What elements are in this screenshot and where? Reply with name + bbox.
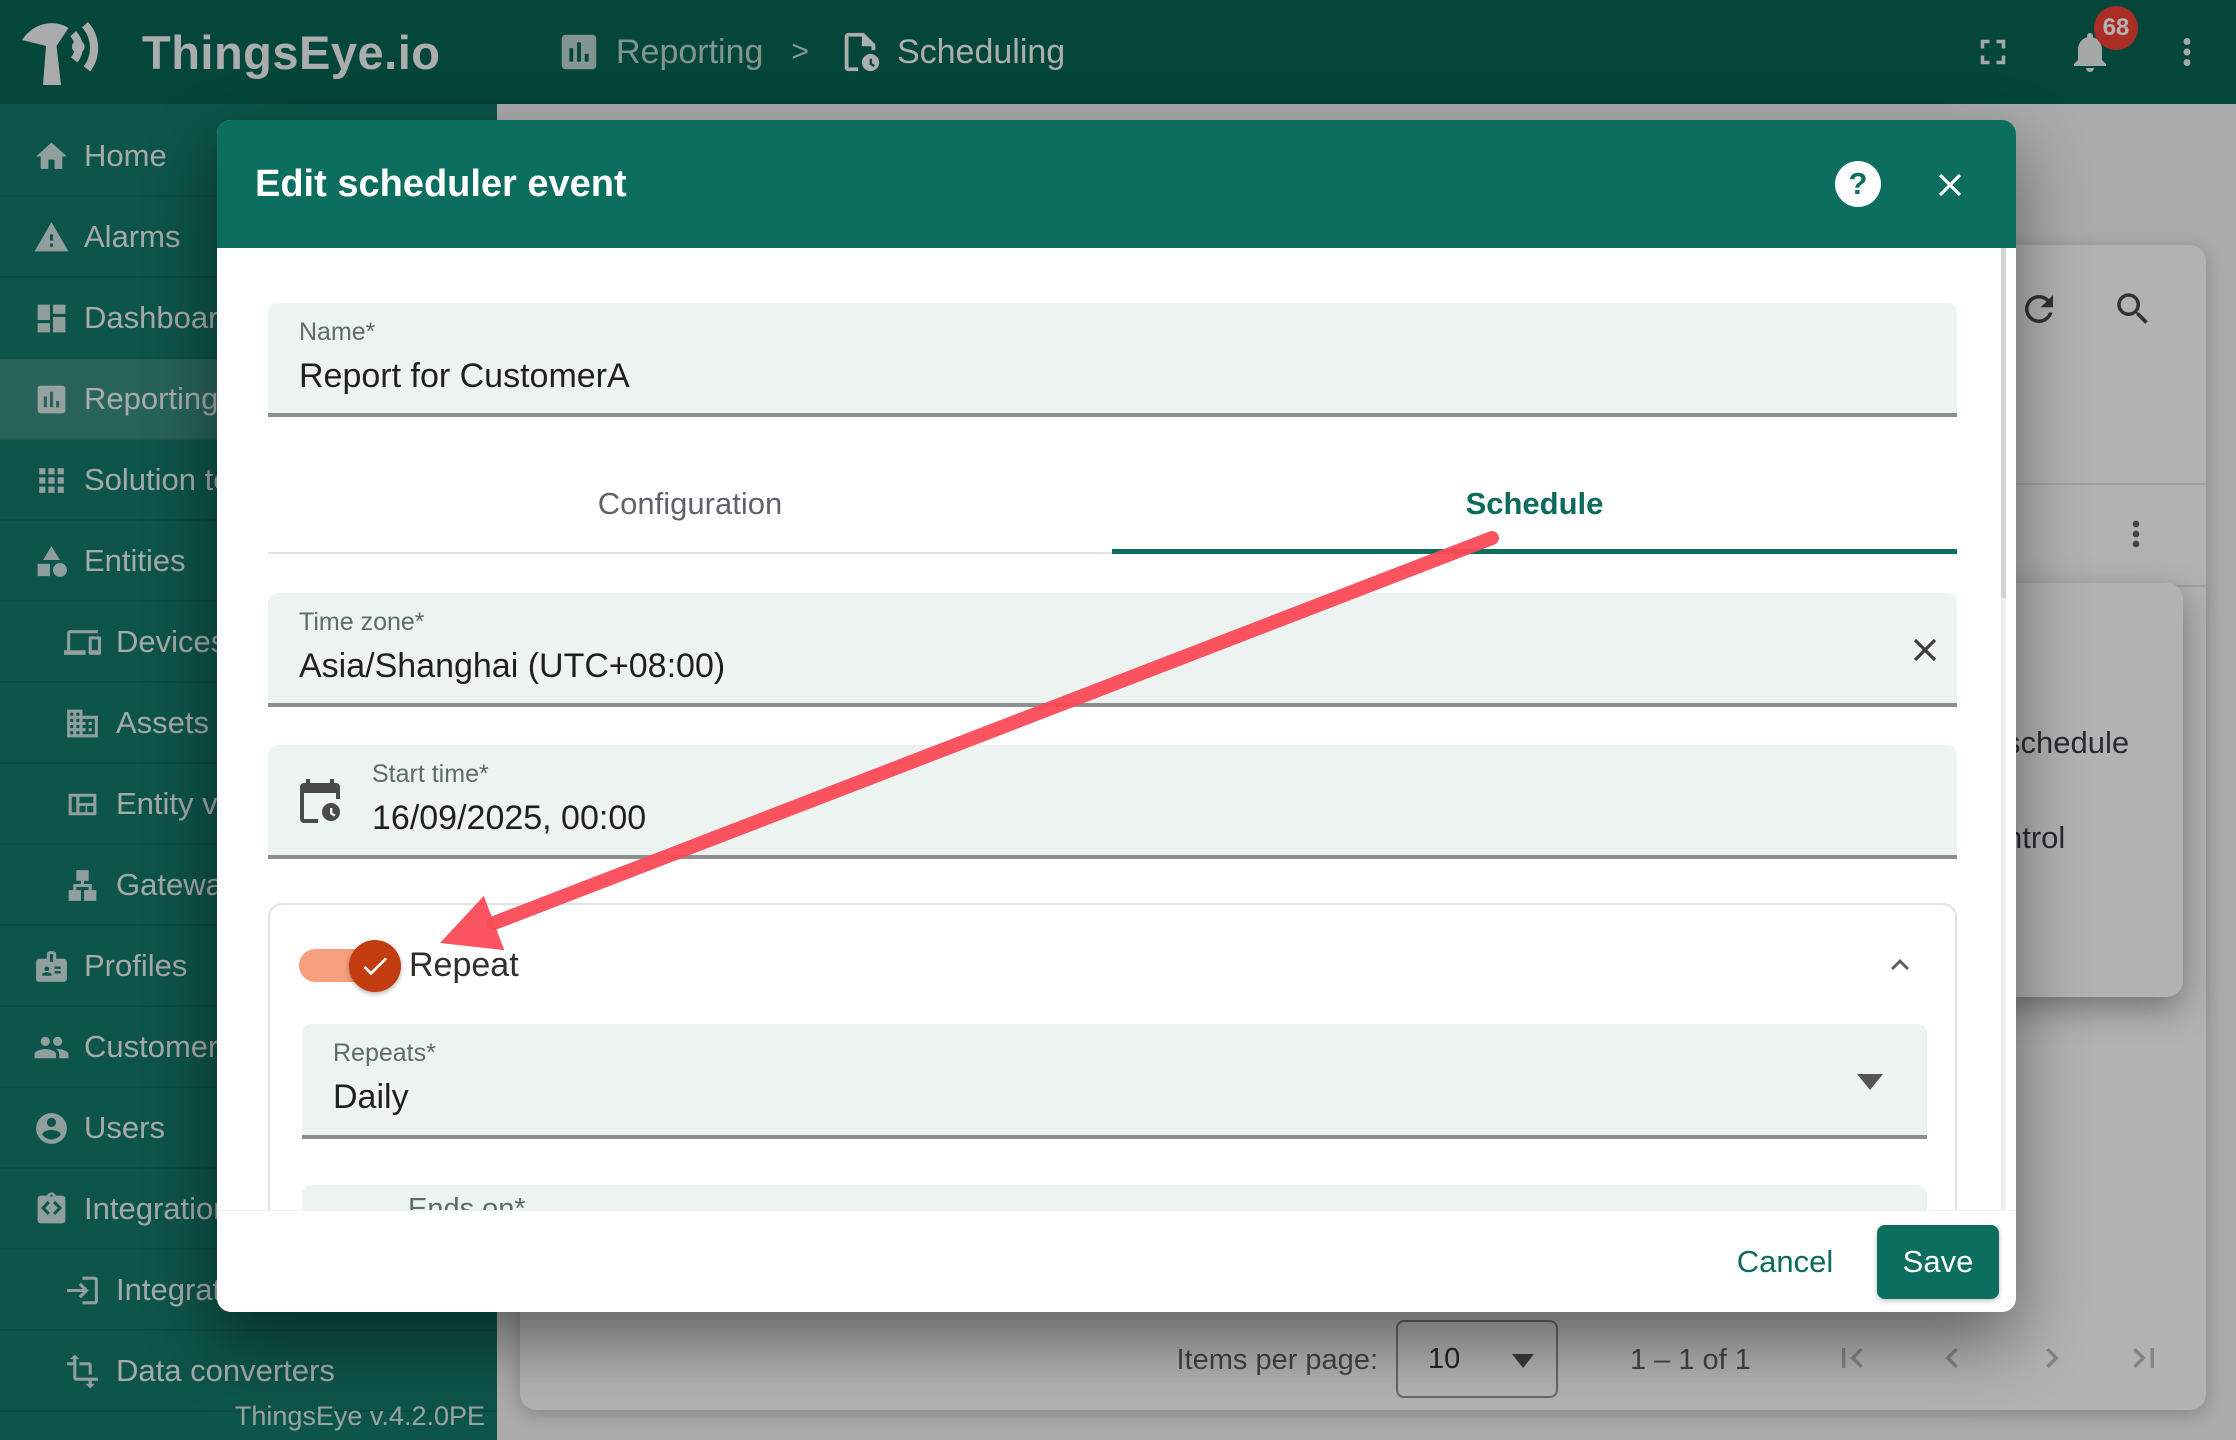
- timezone-label: Time zone*: [299, 608, 425, 637]
- tab-configuration[interactable]: Configuration: [268, 455, 1112, 552]
- dialog-tabs: Configuration Schedule: [268, 455, 1957, 554]
- repeat-label: Repeat: [409, 946, 519, 985]
- app-screen: ThingsEye.io Reporting > Scheduling 68 H…: [0, 0, 2236, 1440]
- dialog-footer: Cancel Save: [217, 1210, 2016, 1312]
- timezone-field[interactable]: Time zone* Asia/Shanghai (UTC+08:00): [268, 593, 1957, 707]
- toggle-thumb-check-icon: [349, 940, 401, 992]
- start-time-value: 16/09/2025, 00:00: [372, 799, 646, 838]
- timezone-value: Asia/Shanghai (UTC+08:00): [299, 647, 725, 686]
- dialog-scrollbar-thumb[interactable]: [2001, 248, 2006, 598]
- active-tab-underline: [1112, 549, 1957, 554]
- help-icon[interactable]: ?: [1835, 161, 1881, 207]
- calendar-clock-icon[interactable]: [296, 777, 344, 825]
- dialog-title: Edit scheduler event: [255, 120, 627, 248]
- name-field[interactable]: Name* Report for CustomerA: [268, 303, 1957, 417]
- timezone-clear-icon[interactable]: [1906, 631, 1944, 669]
- repeat-section: Repeat Repeats* Daily Ends on*: [268, 903, 1957, 1233]
- edit-scheduler-event-dialog: Edit scheduler event ? Name* Report for …: [217, 120, 2016, 1312]
- start-time-field[interactable]: Start time* 16/09/2025, 00:00: [268, 745, 1957, 859]
- repeat-toggle[interactable]: [299, 933, 415, 999]
- dropdown-arrow-icon: [1857, 1074, 1883, 1090]
- collapse-chevron-icon[interactable]: [1882, 947, 1918, 983]
- start-time-label: Start time*: [372, 760, 489, 789]
- repeats-value: Daily: [333, 1078, 409, 1117]
- close-icon[interactable]: [1931, 166, 1969, 204]
- dialog-header: Edit scheduler event ?: [217, 120, 2016, 248]
- repeats-label: Repeats*: [333, 1039, 436, 1068]
- repeats-select[interactable]: Repeats* Daily: [302, 1024, 1927, 1139]
- save-button[interactable]: Save: [1877, 1225, 1999, 1299]
- tab-schedule[interactable]: Schedule: [1112, 455, 1957, 552]
- cancel-button[interactable]: Cancel: [1715, 1235, 1855, 1289]
- name-label: Name*: [299, 318, 375, 347]
- name-value: Report for CustomerA: [299, 357, 630, 396]
